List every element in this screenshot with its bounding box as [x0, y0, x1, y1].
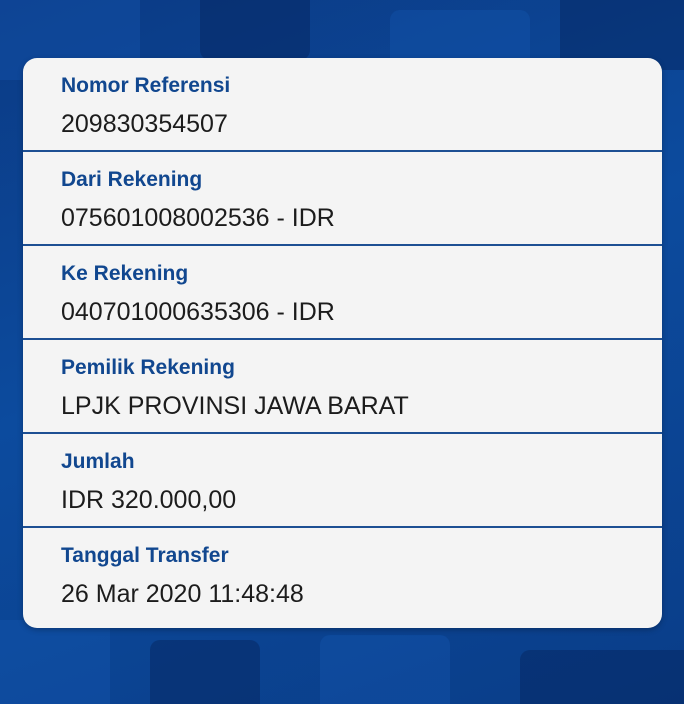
- account-owner-value: LPJK PROVINSI JAWA BARAT: [61, 392, 409, 420]
- detail-row-reference-number: Nomor Referensi 209830354507: [23, 58, 662, 152]
- transaction-details-card: Nomor Referensi 209830354507 Dari Rekeni…: [23, 58, 662, 628]
- amount-label: Jumlah: [61, 450, 135, 473]
- amount-value: IDR 320.000,00: [61, 486, 237, 514]
- detail-row-account-owner: Pemilik Rekening LPJK PROVINSI JAWA BARA…: [23, 340, 662, 434]
- detail-row-source-account: Dari Rekening 075601008002536 - IDR: [23, 152, 662, 246]
- background-tile: [520, 650, 684, 704]
- detail-row-transfer-date: Tanggal Transfer 26 Mar 2020 11:48:48: [23, 528, 662, 622]
- background-tile: [320, 635, 450, 704]
- background-tile: [200, 0, 310, 60]
- background-tile: [150, 640, 260, 704]
- reference-number-label: Nomor Referensi: [61, 74, 231, 97]
- source-account-value: 075601008002536 - IDR: [61, 204, 335, 232]
- destination-account-label: Ke Rekening: [61, 262, 189, 285]
- detail-row-destination-account: Ke Rekening 040701000635306 - IDR: [23, 246, 662, 340]
- background-tile: [0, 620, 110, 704]
- detail-row-amount: Jumlah IDR 320.000,00: [23, 434, 662, 528]
- destination-account-value: 040701000635306 - IDR: [61, 298, 335, 326]
- source-account-label: Dari Rekening: [61, 168, 203, 191]
- transfer-date-value: 26 Mar 2020 11:48:48: [61, 580, 304, 608]
- account-owner-label: Pemilik Rekening: [61, 356, 235, 379]
- transfer-date-label: Tanggal Transfer: [61, 544, 229, 567]
- reference-number-value: 209830354507: [61, 110, 228, 138]
